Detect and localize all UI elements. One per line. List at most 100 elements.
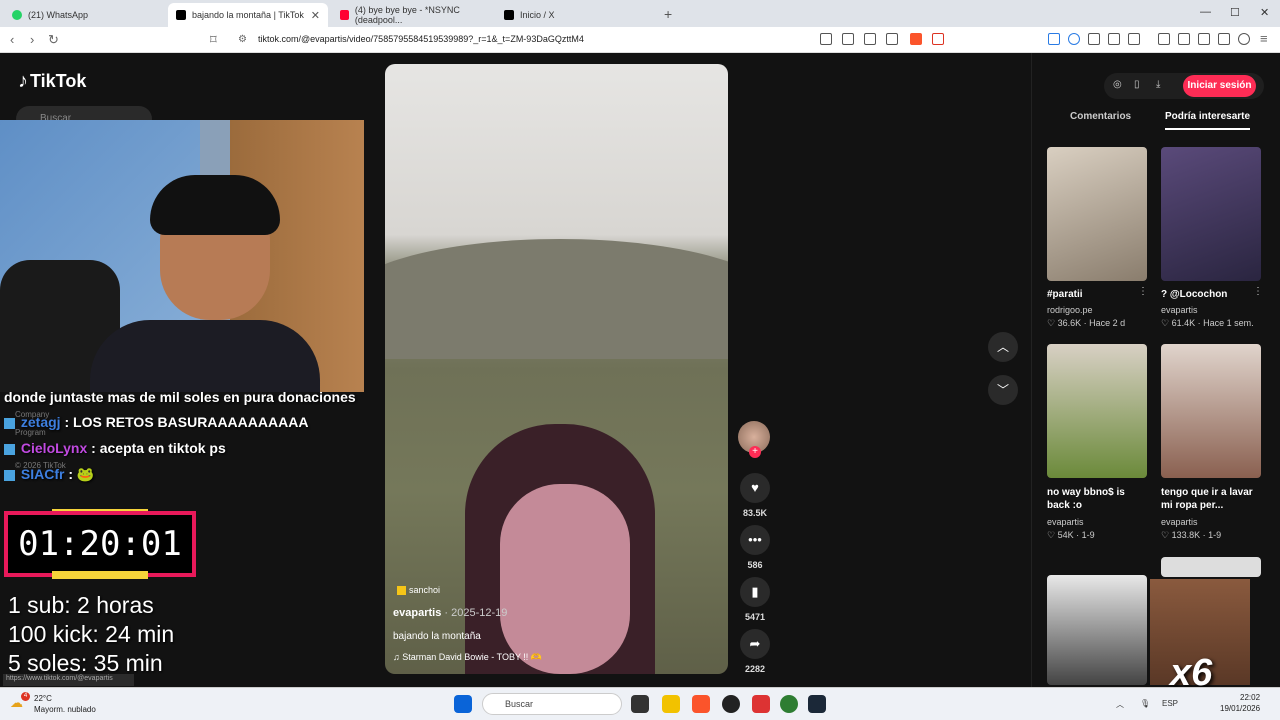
login-button[interactable]: Iniciar sesión: [1183, 75, 1256, 97]
timer-accent: [52, 571, 148, 579]
url-field[interactable]: tiktok.com/@evapartis/video/758579558451…: [258, 34, 584, 44]
microphone-icon[interactable]: 🎙: [1140, 699, 1150, 708]
tab-x[interactable]: Inicio / X: [496, 3, 656, 27]
file-explorer-icon[interactable]: [662, 695, 680, 713]
card-user[interactable]: evapartis: [1161, 305, 1198, 315]
video-tag[interactable]: sanchoi: [397, 585, 440, 595]
brave-icon[interactable]: [692, 695, 710, 713]
more-options-icon[interactable]: ⋮: [1253, 286, 1263, 297]
taskbar-clock[interactable]: 22:02 19/01/2026: [1220, 692, 1260, 714]
chat-text: : 🐸: [68, 466, 95, 482]
app-icon[interactable]: [752, 695, 770, 713]
translate-icon[interactable]: [842, 33, 854, 45]
chat-message: donde juntaste mas de mil soles en pura …: [4, 389, 356, 405]
windows-start-icon[interactable]: [454, 695, 472, 713]
brave-shield-icon[interactable]: [910, 33, 922, 45]
close-window-button[interactable]: ✕: [1260, 6, 1269, 19]
tiktok-icon: [176, 10, 186, 20]
reload-icon[interactable]: ↻: [48, 32, 59, 48]
extension-icon[interactable]: [1048, 33, 1060, 45]
tab-title: Inicio / X: [520, 10, 555, 20]
clock-time: 22:02: [1240, 693, 1261, 702]
video-thumbnail[interactable]: [1047, 147, 1147, 281]
more-options-icon[interactable]: ⋮: [1138, 286, 1148, 297]
screenshot-icon[interactable]: [864, 33, 876, 45]
like-button[interactable]: ♥: [740, 473, 770, 503]
card-title[interactable]: ? @Locochon: [1161, 288, 1261, 301]
clock-date: 19/01/2026: [1220, 704, 1261, 713]
video-player[interactable]: [385, 64, 728, 674]
card-user[interactable]: rodrigoo.pe: [1047, 305, 1093, 315]
save-count: 5471: [744, 612, 766, 622]
video-author[interactable]: evapartis · 2025-12-19: [393, 607, 507, 619]
comment-button[interactable]: •••: [740, 525, 770, 555]
music-icon[interactable]: [1158, 33, 1170, 45]
phone-icon[interactable]: ▯: [1134, 79, 1140, 90]
task-view-icon[interactable]: [631, 695, 649, 713]
card-user[interactable]: evapartis: [1161, 517, 1198, 527]
tab-comments[interactable]: Comentarios: [1070, 111, 1131, 122]
steam-icon[interactable]: [808, 695, 826, 713]
video-thumbnail[interactable]: [1161, 344, 1261, 478]
comment-icon: •••: [748, 532, 762, 547]
ai-icon[interactable]: [1218, 33, 1230, 45]
previous-video-button[interactable]: ︿: [988, 332, 1018, 362]
tray-chevron-icon[interactable]: ︿: [1116, 699, 1124, 710]
menu-icon[interactable]: ≡: [1260, 31, 1268, 46]
subathon-rule: 100 kick: 24 min: [8, 621, 175, 647]
chat-username: CieloLynx: [20, 440, 88, 456]
compass-icon[interactable]: ◎: [1113, 79, 1122, 90]
share-icon[interactable]: [886, 33, 898, 45]
tab-tiktok[interactable]: bajando la montaña | TikTok ✕: [168, 3, 328, 27]
card-title[interactable]: no way bbno$ is back :o: [1047, 486, 1147, 512]
wallet-icon[interactable]: [1198, 33, 1210, 45]
taskbar-search[interactable]: Buscar: [482, 693, 622, 715]
tab-youtube[interactable]: (4) bye bye bye - *NSYNC (deadpool...: [332, 3, 492, 27]
forward-icon[interactable]: ›: [30, 32, 34, 47]
card-user[interactable]: evapartis: [1047, 517, 1084, 527]
video-music[interactable]: ♫ Starman David Bowie - TOBY !! 🫶: [393, 652, 542, 663]
back-icon[interactable]: ‹: [10, 32, 14, 47]
video-thumbnail[interactable]: [1161, 557, 1261, 577]
download-icon[interactable]: ⤓: [1156, 79, 1160, 90]
streamer-headset: [150, 175, 280, 235]
tiktok-note-icon: ♪: [18, 70, 28, 92]
extension-icon[interactable]: [1108, 33, 1120, 45]
next-video-button[interactable]: ﹀: [988, 375, 1018, 405]
follow-plus-icon[interactable]: +: [749, 446, 761, 458]
new-tab-button[interactable]: +: [664, 6, 672, 22]
tiktok-logo[interactable]: ♪ TikTok: [18, 70, 86, 93]
subathon-timer: 01:20:01: [4, 511, 196, 577]
close-tab-icon[interactable]: ✕: [311, 9, 320, 22]
tab-suggested[interactable]: Podría interesarte: [1165, 111, 1251, 130]
vpn-icon[interactable]: [1068, 33, 1080, 45]
obs-icon[interactable]: [722, 695, 740, 713]
bookmark-icon[interactable]: ⌑: [210, 32, 217, 48]
card-title[interactable]: tengo que ir a lavar mi ropa per...: [1161, 486, 1261, 512]
card-title[interactable]: #paratii: [1047, 288, 1147, 301]
share-arrow-icon: ➦: [749, 636, 761, 651]
browser-tabbar: (21) WhatsApp bajando la montaña | TikTo…: [0, 0, 1280, 27]
maximize-button[interactable]: ☐: [1230, 6, 1240, 19]
tag-label: sanchoi: [409, 585, 441, 595]
save-button[interactable]: ▮: [740, 577, 770, 607]
no-cast-icon[interactable]: [820, 33, 832, 45]
share-button[interactable]: ➦: [740, 629, 770, 659]
tab-whatsapp[interactable]: (21) WhatsApp: [4, 3, 164, 27]
video-thumbnail[interactable]: [1047, 344, 1147, 478]
weather-widget[interactable]: 22°C Mayorm. nublado: [34, 693, 96, 715]
extension-icon[interactable]: [1088, 33, 1100, 45]
chat-message: CieloLynx : acepta en tiktok ps: [4, 440, 226, 456]
language-indicator[interactable]: ESP: [1162, 699, 1178, 708]
video-thumbnail[interactable]: [1161, 147, 1261, 281]
site-info-icon[interactable]: ⚙: [238, 34, 247, 45]
extension-icon[interactable]: [1128, 33, 1140, 45]
video-thumbnail[interactable]: [1047, 575, 1147, 685]
rewards-icon[interactable]: [932, 33, 944, 45]
tag-icon: [397, 585, 406, 595]
shield-icon[interactable]: [1238, 33, 1250, 45]
sidebar-icon[interactable]: [1178, 33, 1190, 45]
xbox-icon[interactable]: [780, 695, 798, 713]
notification-badge: 4: [21, 692, 30, 701]
minimize-button[interactable]: —: [1200, 6, 1211, 18]
